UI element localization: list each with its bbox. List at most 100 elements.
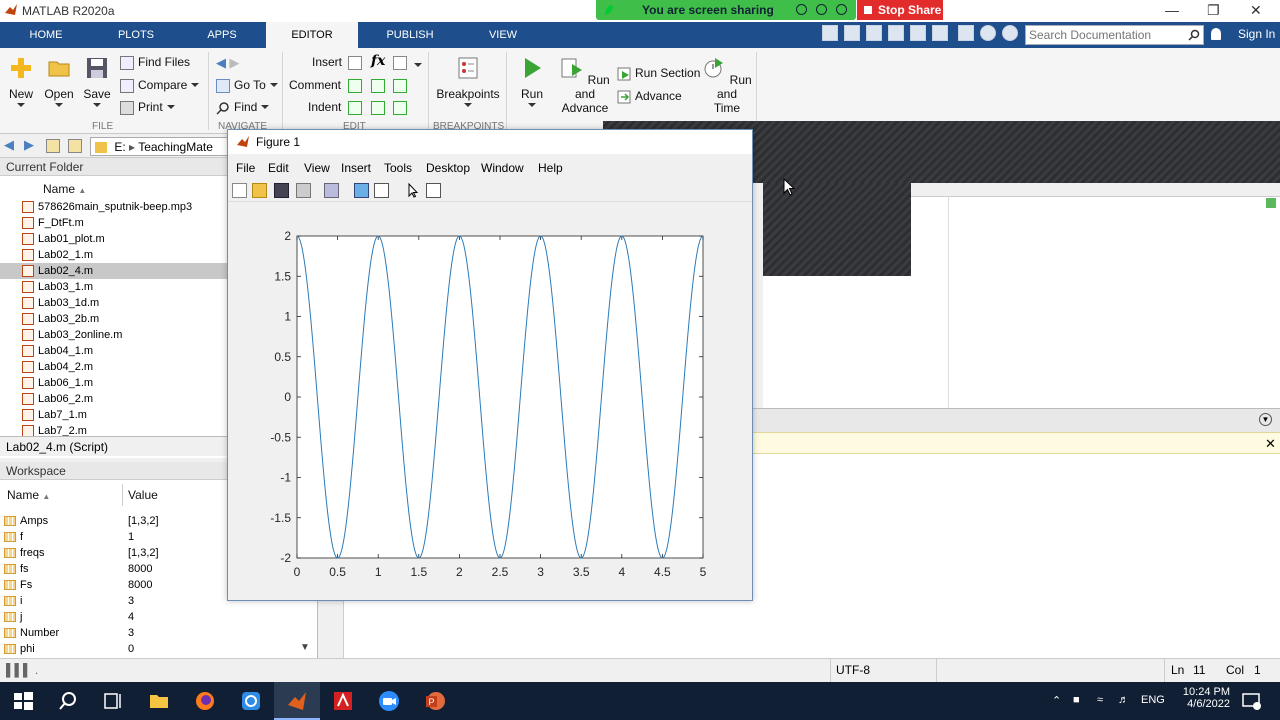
- acrobat-icon[interactable]: [332, 690, 354, 712]
- minimize-button[interactable]: —: [1165, 2, 1179, 18]
- breakpoints-button[interactable]: Breakpoints: [436, 56, 500, 107]
- dismiss-info-icon[interactable]: ✕: [1265, 436, 1276, 452]
- file-list-item[interactable]: Lab7_1.m: [0, 407, 228, 423]
- windows-start-icon[interactable]: [12, 690, 34, 712]
- help-icon[interactable]: [980, 25, 996, 41]
- workspace-variable-row[interactable]: phi 0: [0, 641, 318, 657]
- tab-apps[interactable]: APPS: [190, 22, 254, 48]
- advance-button[interactable]: Advance: [617, 89, 682, 104]
- plot-area[interactable]: 0 0.5 1 1.5 2 2.5 3 3.5 4 4.5 5 2 1.5 1 0.5 0 -0.5 -1 -1.5…: [228, 203, 752, 600]
- save-figure-icon[interactable]: [274, 183, 289, 198]
- firefox-icon[interactable]: [194, 690, 216, 712]
- indent-button[interactable]: Indent: [308, 100, 341, 114]
- figure-menu-desktop[interactable]: Desktop: [426, 161, 470, 175]
- file-list-item[interactable]: Lab02_4.m: [0, 263, 228, 279]
- print-figure-icon[interactable]: [296, 183, 311, 198]
- record-icon[interactable]: [816, 4, 827, 15]
- figure-menu-help[interactable]: Help: [538, 161, 563, 175]
- file-explorer-icon[interactable]: [148, 690, 170, 712]
- new-button[interactable]: New: [6, 56, 36, 107]
- browse-folder-icon[interactable]: [68, 139, 82, 153]
- command-window-menu-icon[interactable]: ▼: [1259, 413, 1272, 426]
- find-files-button[interactable]: Find Files: [120, 55, 190, 70]
- tab-home[interactable]: HOME: [14, 22, 78, 48]
- notification-bell-icon[interactable]: [1211, 28, 1221, 40]
- figure-menu-file[interactable]: File: [236, 161, 255, 175]
- search-taskbar-icon[interactable]: [57, 690, 79, 712]
- workspace-variable-row[interactable]: j4: [0, 609, 318, 625]
- back-arrow-icon[interactable]: ◀: [216, 55, 226, 70]
- link-plot-icon[interactable]: [324, 183, 339, 198]
- code-analyzer-ok-icon[interactable]: [1266, 198, 1276, 208]
- network-icon[interactable]: ■: [1073, 694, 1080, 706]
- tray-expand-icon[interactable]: ⌃: [1052, 694, 1061, 707]
- smart-indent-icon[interactable]: [348, 101, 362, 115]
- figure-window[interactable]: Figure 1 File Edit View Insert Tools Des…: [227, 129, 753, 601]
- file-list-item[interactable]: Lab06_2.m: [0, 391, 228, 407]
- sync-app-icon[interactable]: [240, 690, 262, 712]
- find-button[interactable]: Find: [216, 100, 270, 115]
- file-list-item[interactable]: Lab04_1.m: [0, 343, 228, 359]
- wifi-icon[interactable]: ≈: [1097, 694, 1103, 706]
- up-folder-icon[interactable]: [46, 139, 60, 153]
- insert-button[interactable]: Insert: [312, 55, 342, 69]
- file-list-item[interactable]: Lab02_1.m: [0, 247, 228, 263]
- expand-icon[interactable]: [1002, 25, 1018, 41]
- figure-menu-insert[interactable]: Insert: [341, 161, 371, 175]
- pointer-arrow-icon[interactable]: [406, 183, 421, 198]
- matlab-taskbar-icon[interactable]: [286, 690, 308, 712]
- run-and-advance-button[interactable]: Run and Advance: [560, 56, 610, 115]
- compare-button[interactable]: Compare: [120, 78, 200, 93]
- scroll-down-icon[interactable]: ▼: [300, 642, 310, 653]
- insert-colorbar-icon[interactable]: [354, 183, 369, 198]
- run-section-button[interactable]: Run Section: [617, 66, 700, 81]
- figure-menu-view[interactable]: View: [304, 161, 330, 175]
- uncomment-icon[interactable]: [371, 79, 385, 93]
- file-list-item[interactable]: Lab01_plot.m: [0, 231, 228, 247]
- insert-legend-icon[interactable]: [374, 183, 389, 198]
- current-path-field[interactable]: E: ▸ TeachingMate: [90, 137, 230, 156]
- figure-menu-tools[interactable]: Tools: [384, 161, 412, 175]
- stop-share-button[interactable]: Stop Share: [857, 0, 943, 20]
- decrease-indent-icon[interactable]: [371, 101, 385, 115]
- increase-indent-icon[interactable]: [393, 101, 407, 115]
- line-chart[interactable]: 0 0.5 1 1.5 2 2.5 3 3.5 4 4.5 5 2 1.5 1 0.5 0 -0.5 -1 -1.5…: [228, 203, 752, 600]
- run-and-time-button[interactable]: Run and Time: [702, 56, 752, 115]
- tab-view[interactable]: VIEW: [472, 22, 534, 48]
- file-list-item[interactable]: Lab03_2online.m: [0, 327, 228, 343]
- comment-button[interactable]: Comment: [289, 78, 341, 92]
- close-button[interactable]: ✕: [1250, 2, 1262, 19]
- powerpoint-icon[interactable]: P: [424, 690, 446, 712]
- redo-icon[interactable]: [932, 25, 948, 41]
- forward-icon[interactable]: ▶: [24, 137, 34, 153]
- comment-percent-icon[interactable]: [348, 79, 362, 93]
- back-forward-nav[interactable]: ◀ ▶: [216, 55, 239, 71]
- notifications-icon[interactable]: [1240, 690, 1262, 712]
- run-button[interactable]: Run: [514, 56, 550, 107]
- cut-icon[interactable]: [844, 25, 860, 41]
- workspace-value-header[interactable]: Value: [128, 488, 158, 502]
- clock[interactable]: 10:24 PM 4/6/2022: [1170, 686, 1230, 710]
- shield-icon[interactable]: [836, 4, 847, 15]
- file-list-item[interactable]: Lab03_1.m: [0, 279, 228, 295]
- name-column-header[interactable]: Name ▲: [43, 182, 86, 196]
- insert-function-icon[interactable]: [393, 56, 407, 70]
- tab-editor[interactable]: EDITOR: [266, 22, 358, 48]
- insert-dropdown-caret[interactable]: [414, 63, 422, 67]
- search-documentation-input[interactable]: [1025, 25, 1204, 45]
- new-figure-icon[interactable]: [232, 183, 247, 198]
- file-list-item[interactable]: Lab06_1.m: [0, 375, 228, 391]
- task-view-icon[interactable]: [102, 690, 124, 712]
- copy-icon[interactable]: [866, 25, 882, 41]
- go-to-button[interactable]: Go To: [216, 78, 278, 93]
- save-icon[interactable]: [822, 25, 838, 41]
- insert-section-icon[interactable]: [348, 56, 362, 70]
- switch-windows-icon[interactable]: [958, 25, 974, 41]
- property-editor-icon[interactable]: [426, 183, 441, 198]
- back-icon[interactable]: ◀: [4, 137, 14, 153]
- open-file-icon[interactable]: [252, 183, 267, 198]
- workspace-variable-row[interactable]: Number 3: [0, 625, 318, 641]
- file-list-item[interactable]: Lab03_1d.m: [0, 295, 228, 311]
- file-list-item[interactable]: F_DtFt.m: [0, 215, 228, 231]
- open-button[interactable]: Open: [44, 56, 74, 107]
